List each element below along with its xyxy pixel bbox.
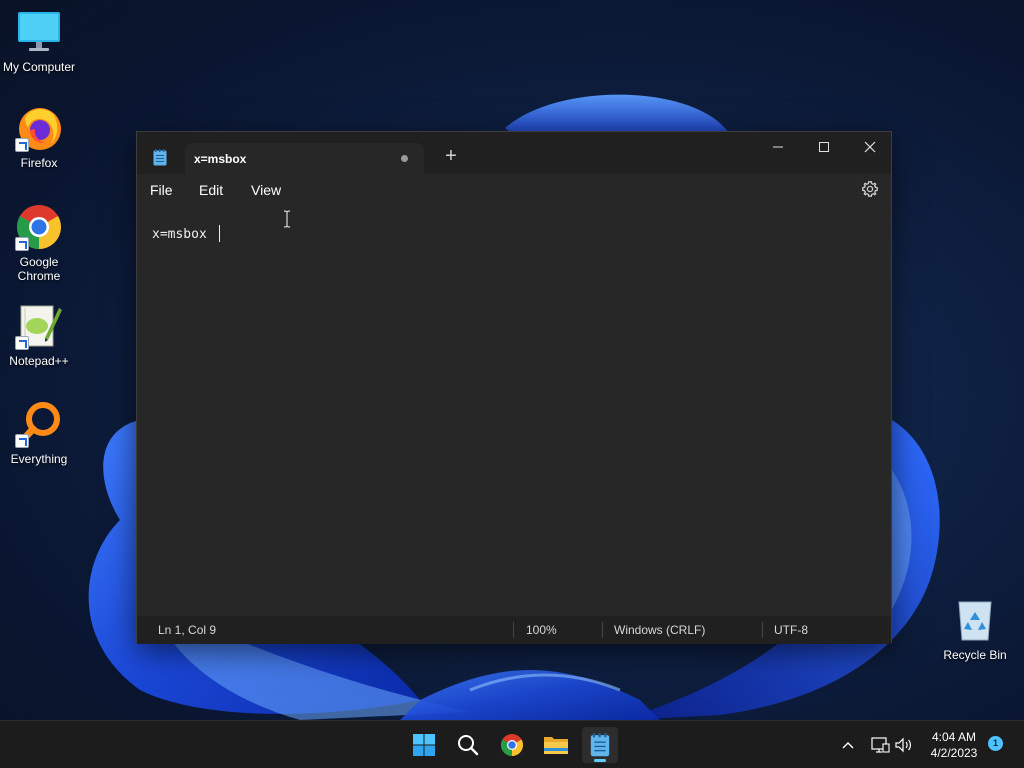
recycle-bin-icon bbox=[951, 596, 999, 644]
status-bar: Ln 1, Col 9 100% Windows (CRLF) UTF-8 bbox=[137, 616, 891, 644]
chrome-icon bbox=[501, 734, 523, 756]
menu-bar: File Edit View bbox=[137, 174, 891, 206]
menu-file[interactable]: File bbox=[150, 182, 173, 198]
desktop-icon-recycle-bin[interactable]: Recycle Bin bbox=[936, 596, 1014, 662]
unsaved-dot-icon[interactable] bbox=[401, 155, 408, 162]
desktop-icon-label: My Computer bbox=[2, 60, 76, 74]
close-icon bbox=[864, 141, 876, 153]
start-button[interactable] bbox=[406, 727, 442, 763]
file-explorer-icon bbox=[544, 737, 568, 754]
desktop-icon-firefox[interactable]: Firefox bbox=[0, 104, 78, 170]
close-button[interactable] bbox=[847, 132, 893, 162]
desktop-icon-my-computer[interactable]: My Computer bbox=[0, 8, 78, 74]
menu-edit[interactable]: Edit bbox=[199, 182, 223, 198]
minimize-button[interactable] bbox=[755, 132, 801, 162]
new-tab-button[interactable]: + bbox=[440, 145, 462, 167]
notepad-window[interactable]: x=msbox + File Edit View x=msbox Ln 1, C… bbox=[136, 131, 892, 644]
monitor-icon bbox=[15, 8, 63, 56]
desktop-icon-google-chrome[interactable]: Google Chrome bbox=[0, 203, 78, 283]
notification-badge[interactable]: 1 bbox=[988, 736, 1003, 751]
clock-time: 4:04 AM bbox=[931, 730, 977, 744]
status-cursor-position[interactable]: Ln 1, Col 9 bbox=[158, 623, 216, 637]
editor-content[interactable]: x=msbox bbox=[152, 225, 220, 242]
settings-gear-icon[interactable] bbox=[861, 180, 879, 198]
shortcut-arrow-icon bbox=[15, 138, 29, 152]
shortcut-arrow-icon bbox=[15, 434, 29, 448]
network-icon[interactable] bbox=[870, 735, 890, 755]
start-icon bbox=[413, 734, 435, 756]
desktop-icon-label: Notepad++ bbox=[9, 354, 69, 368]
notepad-app-icon bbox=[153, 149, 167, 166]
text-caret bbox=[218, 225, 220, 242]
taskbar-file-explorer[interactable] bbox=[538, 727, 574, 763]
desktop-icon-label: Recycle Bin bbox=[943, 648, 1007, 662]
menu-view[interactable]: View bbox=[251, 182, 281, 198]
search-icon bbox=[458, 735, 479, 756]
desktop-icon-label: Google Chrome bbox=[17, 255, 61, 283]
taskbar-notepad[interactable] bbox=[582, 727, 618, 763]
desktop-icon-label: Everything bbox=[10, 452, 68, 466]
text-editor-area[interactable]: x=msbox bbox=[137, 206, 891, 616]
status-divider bbox=[513, 622, 514, 638]
desktop-icon-label: Firefox bbox=[20, 156, 58, 170]
taskbar-chrome[interactable] bbox=[494, 727, 530, 763]
shortcut-arrow-icon bbox=[15, 336, 29, 350]
chrome-icon bbox=[15, 203, 63, 251]
status-line-ending[interactable]: Windows (CRLF) bbox=[614, 623, 705, 637]
volume-icon[interactable] bbox=[894, 735, 914, 755]
desktop-icon-everything[interactable]: Everything bbox=[0, 400, 78, 466]
status-divider bbox=[602, 622, 603, 638]
ibeam-cursor-icon bbox=[283, 210, 291, 228]
shortcut-arrow-icon bbox=[15, 237, 29, 251]
search-button[interactable] bbox=[450, 727, 486, 763]
taskbar: 4:04 AM 4/2/2023 bbox=[0, 720, 1024, 768]
status-zoom[interactable]: 100% bbox=[526, 623, 557, 637]
minimize-icon bbox=[773, 146, 783, 148]
status-divider bbox=[762, 622, 763, 638]
status-encoding[interactable]: UTF-8 bbox=[774, 623, 808, 637]
notepad-icon bbox=[590, 733, 610, 757]
title-bar[interactable]: x=msbox + bbox=[137, 132, 891, 174]
clock-date: 4/2/2023 bbox=[930, 746, 978, 760]
editor-text-line: x=msbox bbox=[152, 227, 215, 242]
taskbar-clock[interactable]: 4:04 AM 4/2/2023 bbox=[918, 729, 990, 761]
firefox-icon bbox=[15, 104, 63, 152]
tab-document[interactable]: x=msbox bbox=[185, 143, 424, 174]
tab-title: x=msbox bbox=[194, 152, 247, 166]
chevron-up-icon[interactable] bbox=[838, 735, 858, 755]
everything-search-icon bbox=[15, 400, 63, 448]
notepad-plus-plus-icon bbox=[15, 302, 63, 350]
maximize-button[interactable] bbox=[801, 132, 847, 162]
desktop-icon-notepad-plus-plus[interactable]: Notepad++ bbox=[0, 302, 78, 368]
maximize-icon bbox=[819, 142, 829, 152]
